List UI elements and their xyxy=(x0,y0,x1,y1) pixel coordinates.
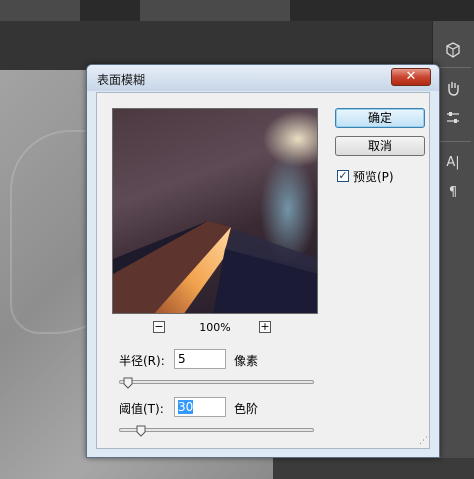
paragraph-icon[interactable]: ¶ xyxy=(441,181,465,203)
panel-divider xyxy=(437,67,471,68)
paragraph-glyph: ¶ xyxy=(448,184,458,200)
radius-slider[interactable] xyxy=(119,377,314,389)
threshold-input[interactable]: 30 xyxy=(174,397,226,417)
app-topbar-segment xyxy=(0,0,80,21)
dialog-title: 表面模糊 xyxy=(97,73,146,87)
hand-tool-icon[interactable] xyxy=(441,77,465,99)
type-icon[interactable]: A| xyxy=(441,151,465,173)
preview-artwork xyxy=(113,221,317,313)
zoom-controls: − 100% + xyxy=(153,321,273,337)
threshold-label: 阈值(T): xyxy=(119,402,164,416)
checkmark-icon: ✓ xyxy=(338,169,348,182)
cube-icon[interactable] xyxy=(441,39,465,61)
minus-icon: − xyxy=(154,320,164,333)
type-glyph: A| xyxy=(446,154,460,170)
zoom-in-button[interactable]: + xyxy=(259,321,271,333)
threshold-slider-thumb[interactable] xyxy=(136,425,146,437)
cancel-button[interactable]: 取消 xyxy=(335,136,425,156)
threshold-unit: 色阶 xyxy=(234,402,259,416)
preview-image[interactable] xyxy=(112,108,318,314)
app-topbar-segment xyxy=(140,0,290,21)
ok-button[interactable]: 确定 xyxy=(335,108,425,128)
app-topbar xyxy=(0,0,474,21)
surface-blur-dialog: 表面模糊 ✕ − 100% + 确定 取消 ✓ 预览(P) 半径(R): 5 像… xyxy=(86,64,440,458)
radius-unit: 像素 xyxy=(234,354,259,368)
dialog-titlebar[interactable]: 表面模糊 ✕ xyxy=(87,65,439,91)
plus-icon: + xyxy=(260,320,270,333)
radius-slider-thumb[interactable] xyxy=(123,377,133,389)
radius-value: 5 xyxy=(178,352,186,366)
zoom-level: 100% xyxy=(199,321,231,334)
adjust-sliders-icon[interactable] xyxy=(441,107,465,129)
close-button[interactable]: ✕ xyxy=(391,68,431,86)
preview-toggle[interactable]: ✓ 预览(P) xyxy=(337,168,394,184)
threshold-value: 30 xyxy=(178,400,194,414)
panel-divider xyxy=(437,141,471,142)
close-icon: ✕ xyxy=(405,69,417,84)
radius-label: 半径(R): xyxy=(119,354,165,368)
resize-grip-icon[interactable]: ⋰ xyxy=(419,436,428,446)
dialog-body: − 100% + 确定 取消 ✓ 预览(P) 半径(R): 5 像素 阈值(T)… xyxy=(96,92,430,449)
preview-checkbox[interactable]: ✓ xyxy=(337,170,349,182)
threshold-slider[interactable] xyxy=(119,425,314,437)
preview-label: 预览(P) xyxy=(353,169,394,184)
radius-input[interactable]: 5 xyxy=(174,349,226,369)
zoom-out-button[interactable]: − xyxy=(153,321,165,333)
